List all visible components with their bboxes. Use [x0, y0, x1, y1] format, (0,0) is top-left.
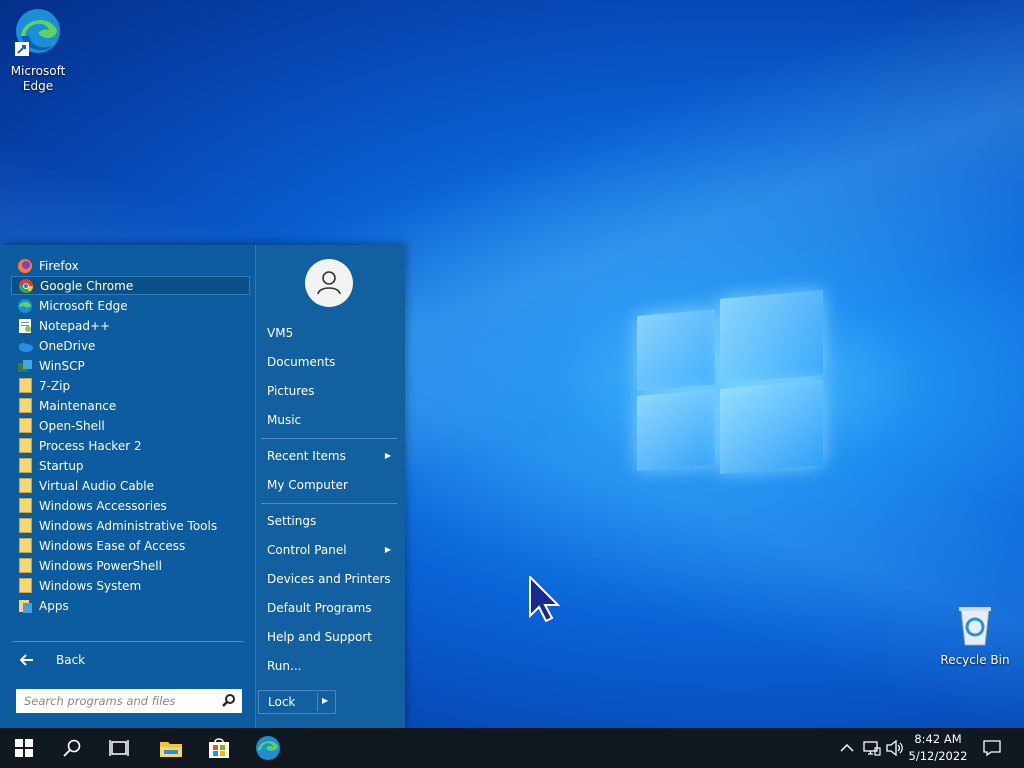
windows-logo-wallpaper [637, 282, 823, 488]
places-item-recent-items[interactable]: Recent Items ▶ [267, 447, 397, 465]
places-item-documents[interactable]: Documents [267, 353, 397, 371]
folder-icon [17, 418, 33, 434]
edge-icon [3, 6, 73, 62]
program-folder[interactable]: Process Hacker 2 [11, 436, 250, 455]
places-item-run[interactable]: Run... [267, 657, 397, 675]
folder-icon [17, 458, 33, 474]
apps-icon [17, 598, 33, 614]
edge-icon [17, 298, 33, 314]
lock-button[interactable]: Lock ▶ [258, 690, 336, 714]
places-item-pictures[interactable]: Pictures [267, 382, 397, 400]
program-folder[interactable]: Windows System [11, 576, 250, 595]
windows-start-icon [15, 739, 33, 757]
clock-time: 8:42 AM [914, 732, 962, 746]
desktop-icon-recycle-bin[interactable]: Recycle Bin [940, 603, 1010, 668]
program-apps[interactable]: Apps [11, 596, 250, 615]
notepad-plus-plus-icon [17, 318, 33, 334]
clock-date: 5/12/2022 [908, 749, 968, 763]
separator [12, 641, 244, 642]
places-item-devices-and-printers[interactable]: Devices and Printers [267, 570, 397, 588]
chevron-right-icon: ▶ [384, 451, 391, 460]
user-icon [317, 271, 341, 295]
program-folder[interactable]: 7-Zip [11, 376, 250, 395]
places-item-music[interactable]: Music [267, 411, 397, 429]
program-folder[interactable]: Virtual Audio Cable [11, 476, 250, 495]
action-center-button[interactable] [970, 728, 1014, 768]
program-folder[interactable]: Maintenance [11, 396, 250, 415]
chevron-right-icon: ▶ [384, 545, 391, 554]
folder-icon [160, 742, 182, 757]
start-button[interactable] [2, 728, 46, 768]
recycle-bin-icon [940, 603, 1010, 651]
task-view-button[interactable] [97, 728, 141, 768]
program-microsoft-edge[interactable]: Microsoft Edge [11, 296, 250, 315]
folder-icon [17, 478, 33, 494]
folder-icon [17, 398, 33, 414]
places-item-my-computer[interactable]: My Computer [267, 476, 397, 494]
start-menu: Firefox Google Chrome Microsoft Edge Not… [0, 245, 405, 728]
taskbar-microsoft-store[interactable] [197, 728, 241, 768]
search-input[interactable]: Search programs and files [16, 689, 242, 713]
chevron-right-icon[interactable]: ▶ [322, 696, 328, 705]
chrome-icon [18, 278, 34, 294]
arrow-left-icon [19, 652, 35, 668]
places-item-help-and-support[interactable]: Help and Support [267, 628, 397, 646]
folder-icon [17, 558, 33, 574]
desktop-icon-label: Recycle Bin [940, 653, 1010, 667]
user-avatar[interactable] [305, 259, 353, 307]
places-item-user[interactable]: VM5 [267, 324, 397, 342]
desktop-icon-label: Microsoft Edge [10, 64, 66, 93]
taskbar-search-button[interactable] [50, 728, 94, 768]
search-icon [222, 693, 236, 710]
program-folder[interactable]: Open-Shell [11, 416, 250, 435]
program-winscp[interactable]: WinSCP [11, 356, 250, 375]
separator [261, 438, 397, 439]
back-button[interactable]: Back [11, 650, 250, 669]
winscp-icon [17, 358, 33, 374]
store-icon [209, 738, 229, 758]
onedrive-icon [17, 338, 33, 354]
program-folder[interactable]: Windows Accessories [11, 496, 250, 515]
folder-icon [17, 498, 33, 514]
program-folder[interactable]: Windows Administrative Tools [11, 516, 250, 535]
firefox-icon [17, 258, 33, 274]
folder-icon [17, 518, 33, 534]
program-notepad-plus-plus[interactable]: Notepad++ [11, 316, 250, 335]
separator [261, 503, 397, 504]
folder-icon [17, 538, 33, 554]
program-folder[interactable]: Startup [11, 456, 250, 475]
edge-icon [256, 736, 280, 760]
notification-icon [983, 740, 1001, 756]
start-menu-places-pane: VM5 Documents Pictures Music Recent Item… [255, 245, 405, 728]
start-menu-programs-pane: Firefox Google Chrome Microsoft Edge Not… [0, 245, 254, 728]
folder-icon [17, 578, 33, 594]
program-google-chrome[interactable]: Google Chrome [11, 276, 250, 295]
taskbar-file-explorer[interactable] [149, 728, 193, 768]
folder-icon [17, 438, 33, 454]
taskbar: 8:42 AM 5/12/2022 [0, 728, 1024, 768]
desktop-icon-edge[interactable]: Microsoft Edge [3, 6, 73, 94]
places-item-default-programs[interactable]: Default Programs [267, 599, 397, 617]
program-onedrive[interactable]: OneDrive [11, 336, 250, 355]
program-folder[interactable]: Windows Ease of Access [11, 536, 250, 555]
speaker-icon [886, 740, 903, 756]
program-folder[interactable]: Windows PowerShell [11, 556, 250, 575]
taskbar-clock[interactable]: 8:42 AM 5/12/2022 [905, 731, 971, 765]
program-firefox[interactable]: Firefox [11, 256, 250, 275]
taskbar-microsoft-edge[interactable] [246, 728, 290, 768]
places-item-settings[interactable]: Settings [267, 512, 397, 530]
task-view-icon [109, 740, 129, 756]
search-icon [63, 739, 81, 757]
folder-icon [17, 378, 33, 394]
places-item-control-panel[interactable]: Control Panel ▶ [267, 541, 397, 559]
mouse-cursor-icon [529, 574, 561, 625]
